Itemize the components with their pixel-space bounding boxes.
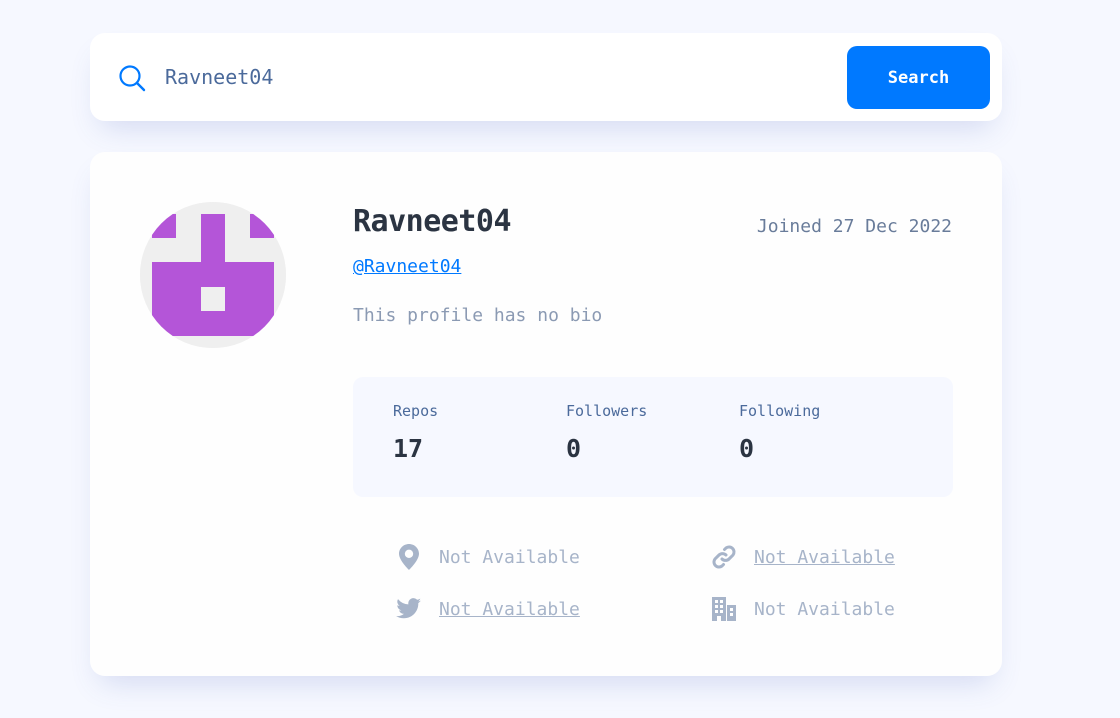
stat-value: 0: [739, 434, 755, 463]
search-icon: [119, 65, 146, 92]
profile-card: Ravneet04 Joined 27 Dec 2022 @Ravneet04 …: [90, 152, 1002, 676]
location-pin-icon: [395, 543, 423, 571]
twitter-row: Not Available: [395, 595, 580, 623]
link-chain-icon: [710, 543, 738, 571]
stat-label: Followers: [566, 402, 648, 420]
identicon-image: [140, 202, 286, 348]
blog-link[interactable]: Not Available: [754, 547, 895, 568]
search-bar: Search: [90, 33, 1002, 121]
stats-panel: Repos 17 Followers 0 Following 0: [353, 377, 953, 497]
stat-repos: Repos 17: [393, 402, 438, 463]
stat-value: 17: [393, 434, 424, 463]
stat-followers: Followers 0: [566, 402, 647, 463]
blog-row: Not Available: [710, 543, 895, 571]
location-row: Not Available: [395, 543, 580, 571]
building-icon: [710, 595, 738, 623]
twitter-link[interactable]: Not Available: [439, 599, 580, 620]
profile-bio: This profile has no bio: [353, 305, 603, 326]
profile-name: Ravneet04: [353, 204, 512, 239]
stat-label: Following: [739, 402, 821, 420]
location-text: Not Available: [439, 546, 580, 568]
avatar: [140, 202, 286, 348]
stat-label: Repos: [393, 402, 439, 420]
search-button[interactable]: Search: [847, 46, 990, 109]
stat-following: Following 0: [739, 402, 820, 463]
search-input[interactable]: [165, 59, 825, 95]
twitter-bird-icon: [395, 595, 423, 623]
company-text: Not Available: [754, 598, 895, 620]
profile-login-link[interactable]: @Ravneet04: [353, 256, 461, 277]
company-row: Not Available: [710, 595, 895, 623]
joined-date: Joined 27 Dec 2022: [756, 216, 952, 237]
stat-value: 0: [566, 434, 582, 463]
